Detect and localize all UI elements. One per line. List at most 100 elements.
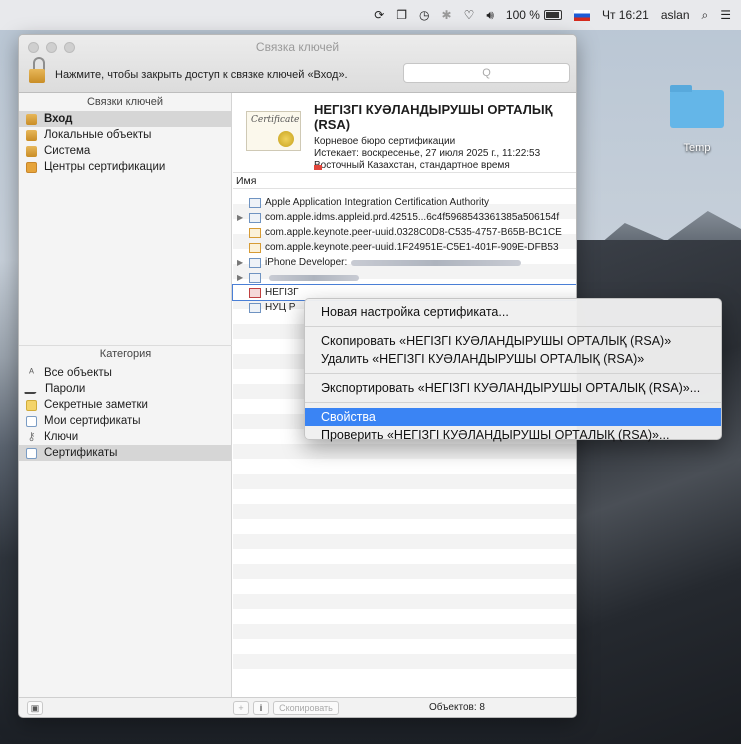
category-all-items[interactable]: ᴬ Все объекты bbox=[19, 365, 232, 381]
window-title: Связка ключей bbox=[255, 40, 340, 54]
timemachine-icon[interactable]: ◷ bbox=[419, 8, 429, 22]
temp-folder-label[interactable]: Temp bbox=[672, 142, 722, 154]
menu-separator bbox=[305, 402, 721, 403]
cert-folder-icon bbox=[26, 161, 37, 173]
context-menu: Новая настройка сертификата... Скопирова… bbox=[304, 298, 722, 442]
category-label: Ключи bbox=[44, 431, 79, 443]
item-count: Объектов: 8 bbox=[429, 702, 485, 713]
trust-warning-icon bbox=[314, 165, 414, 170]
menu-item-new-preference[interactable]: Новая настройка сертификата... bbox=[305, 303, 721, 321]
menu-item-copy[interactable]: Скопировать «НЕГІЗГІ КУӘЛАНДЫРУШЫ ОРТАЛЫ… bbox=[305, 332, 721, 350]
notification-center-icon[interactable]: ☰ bbox=[720, 8, 731, 22]
lock-icon bbox=[26, 145, 37, 157]
category-label: Все объекты bbox=[44, 367, 112, 379]
category-passwords[interactable]: Пароли bbox=[19, 381, 232, 397]
list-item[interactable]: ▶ iPhone Developer: bbox=[233, 255, 576, 270]
user-name[interactable]: aslan bbox=[661, 8, 690, 22]
certificate-type: Корневое бюро сертификации bbox=[314, 136, 456, 147]
battery-status[interactable]: 100 % bbox=[506, 8, 562, 22]
certificate-header: Certificate НЕГІЗГІ КУӘЛАНДЫРУШЫ ОРТАЛЫҚ… bbox=[233, 93, 576, 173]
add-button[interactable]: + bbox=[233, 701, 249, 715]
info-button[interactable]: i bbox=[253, 701, 269, 715]
sidebar-item-login[interactable]: Вход bbox=[19, 111, 231, 127]
lock-hint-text[interactable]: Нажмите, чтобы закрыть доступ к связке к… bbox=[55, 69, 348, 81]
battery-percent: 100 % bbox=[505, 8, 540, 22]
menu-item-verify[interactable]: Проверить «НЕГІЗГІ КУӘЛАНДЫРУШЫ ОРТАЛЫҚ … bbox=[305, 426, 721, 444]
sidebar: Связки ключей Вход Локальные объекты Сис… bbox=[19, 93, 232, 699]
bottom-bar: ▣ + i Скопировать Объектов: 8 bbox=[19, 697, 576, 717]
bluetooth-icon[interactable]: ✱ bbox=[442, 8, 452, 22]
certificate-icon bbox=[249, 302, 261, 313]
sidebar-item-label: Вход bbox=[44, 113, 73, 125]
lock-icon bbox=[26, 129, 37, 141]
list-item-label: com.apple.keynote.peer-uuid.1F24951E-C5E… bbox=[265, 242, 559, 253]
list-item[interactable]: ▶ bbox=[233, 270, 576, 285]
certificate-icon bbox=[249, 212, 261, 223]
input-source-flag-icon[interactable] bbox=[573, 9, 590, 21]
list-item-label: НЕГІЗГ bbox=[265, 287, 299, 298]
list-item[interactable]: Apple Application Integration Certificat… bbox=[233, 195, 576, 210]
clock[interactable]: Чт 16:21 bbox=[602, 8, 649, 22]
list-item-label: com.apple.idms.appleid.prd.42515...6c4f5… bbox=[265, 212, 560, 223]
sidebar-item-label: Центры сертификации bbox=[44, 161, 166, 173]
title-bar: Связка ключей Нажмите, чтобы закрыть дос… bbox=[19, 35, 576, 93]
category-label: Сертификаты bbox=[44, 447, 118, 459]
lock-icon bbox=[26, 113, 37, 125]
list-item-label: com.apple.keynote.peer-uuid.0328C0D8-C53… bbox=[265, 227, 562, 238]
certificate-icon bbox=[249, 197, 261, 208]
copy-button[interactable]: Скопировать bbox=[273, 701, 339, 715]
certificate-icon bbox=[249, 272, 261, 283]
category-my-certificates[interactable]: Мои сертификаты bbox=[19, 413, 232, 429]
category-list: ᴬ Все объекты Пароли Секретные заметки М… bbox=[19, 365, 232, 461]
sidebar-item-system-roots[interactable]: Центры сертификации bbox=[19, 159, 231, 175]
certificate-icon bbox=[249, 242, 261, 253]
disclosure-triangle-icon[interactable]: ▶ bbox=[237, 258, 245, 267]
certificate-icon bbox=[26, 447, 37, 459]
menu-item-properties[interactable]: Свойства bbox=[305, 408, 721, 426]
sidebar-item-system[interactable]: Система bbox=[19, 143, 231, 159]
list-item[interactable]: com.apple.keynote.peer-uuid.0328C0D8-C53… bbox=[233, 225, 576, 240]
category-secure-notes[interactable]: Секретные заметки bbox=[19, 397, 232, 413]
sidebar-item-label: Локальные объекты bbox=[44, 129, 152, 141]
sync-icon[interactable]: ⟳ bbox=[374, 8, 384, 22]
category-keys[interactable]: ⚷ Ключи bbox=[19, 429, 232, 445]
certificate-icon bbox=[249, 257, 261, 268]
spotlight-search-icon[interactable]: ⌕ bbox=[702, 8, 709, 23]
key-icon: ⚷ bbox=[27, 430, 36, 443]
sidebar-item-local-items[interactable]: Локальные объекты bbox=[19, 127, 231, 143]
category-label: Пароли bbox=[45, 383, 86, 395]
category-label: Мои сертификаты bbox=[44, 415, 141, 427]
list-item-label: НУЦ Р bbox=[265, 302, 296, 313]
category-certificates[interactable]: Сертификаты bbox=[19, 445, 232, 461]
search-field[interactable]: Q bbox=[403, 63, 570, 83]
category-label: Секретные заметки bbox=[44, 399, 148, 411]
windows-icon[interactable]: ❐ bbox=[396, 8, 407, 22]
menu-item-delete[interactable]: Удалить «НЕГІЗГІ КУӘЛАНДЫРУШЫ ОРТАЛЫҚ (R… bbox=[305, 350, 721, 368]
sidebar-item-label: Система bbox=[44, 145, 91, 157]
wifi-icon[interactable]: ♡ bbox=[464, 8, 475, 22]
list-item[interactable]: com.apple.keynote.peer-uuid.1F24951E-C5E… bbox=[233, 240, 576, 255]
menu-separator bbox=[305, 326, 721, 327]
disclosure-triangle-icon[interactable]: ▶ bbox=[237, 213, 245, 222]
certificate-name-line1: НЕГІЗГІ КУӘЛАНДЫРУШЫ ОРТАЛЫҚ bbox=[314, 102, 553, 117]
disclosure-triangle-icon[interactable]: ▶ bbox=[237, 273, 245, 282]
all-items-icon: ᴬ bbox=[29, 366, 34, 379]
redacted-text bbox=[269, 274, 359, 281]
battery-icon bbox=[543, 10, 562, 20]
temp-folder-icon[interactable] bbox=[670, 85, 724, 128]
certificate-image-icon: Certificate bbox=[246, 111, 301, 151]
seal-icon bbox=[278, 131, 294, 147]
list-item-label: iPhone Developer: bbox=[265, 257, 348, 268]
list-item-label: Apple Application Integration Certificat… bbox=[265, 197, 490, 208]
volume-icon[interactable]: 🔊︎ bbox=[486, 8, 494, 23]
passwords-icon bbox=[23, 384, 41, 394]
sidebar-toggle-icon[interactable]: ▣ bbox=[27, 701, 43, 715]
certificate-name-line2: (RSA) bbox=[314, 117, 351, 132]
redacted-text bbox=[351, 259, 522, 266]
menu-item-export[interactable]: Экспортировать «НЕГІЗГІ КУӘЛАНДЫРУШЫ ОРТ… bbox=[305, 379, 721, 397]
column-header-name[interactable]: Имя bbox=[233, 173, 576, 189]
list-item[interactable]: ▶ com.apple.idms.appleid.prd.42515...6c4… bbox=[233, 210, 576, 225]
keychains-header: Связки ключей bbox=[86, 96, 164, 108]
unlocked-padlock-icon[interactable] bbox=[29, 57, 45, 85]
certificate-name: НЕГІЗГІ КУӘЛАНДЫРУШЫ ОРТАЛЫҚ (RSA) bbox=[314, 102, 569, 132]
